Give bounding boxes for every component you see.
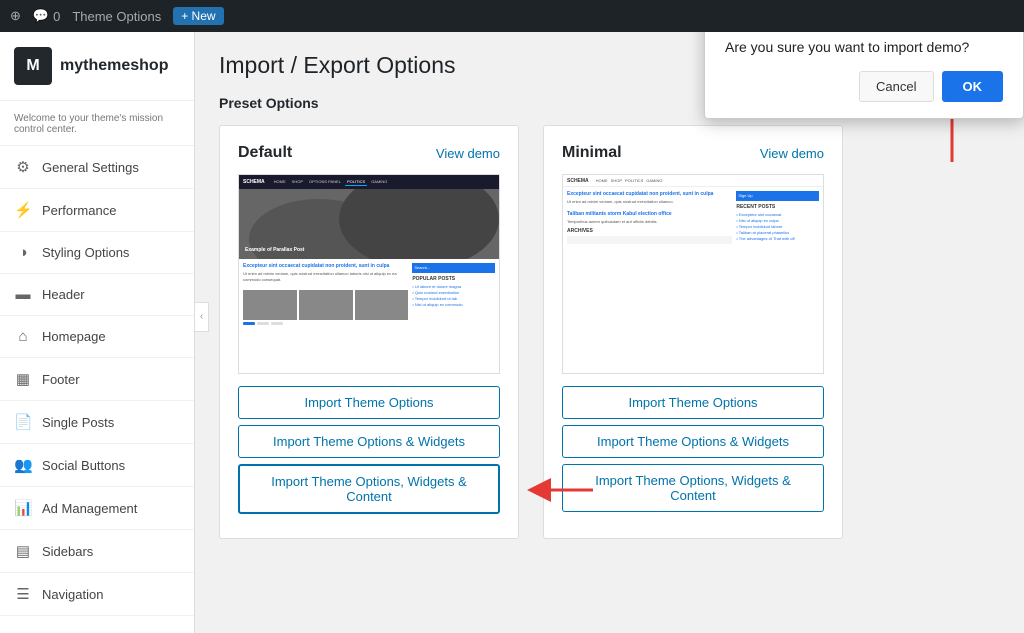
sidebar-item-styling-options[interactable]: ◑ Styling Options	[0, 232, 194, 274]
dialog-buttons: Cancel OK	[725, 71, 1003, 102]
admin-bar-theme-options[interactable]: Theme Options	[72, 9, 161, 24]
sidebar-item-general-settings[interactable]: ⚙ General Settings	[0, 146, 194, 189]
minimal-import-theme-options-widgets-btn[interactable]: Import Theme Options & Widgets	[562, 425, 824, 458]
sidebar-item-homepage[interactable]: ⌂ Homepage	[0, 316, 194, 358]
admin-bar-wp-logo[interactable]: ⊕	[10, 8, 21, 24]
sidebar-label-navigation: Navigation	[42, 587, 103, 602]
minimal-import-theme-options-btn[interactable]: Import Theme Options	[562, 386, 824, 419]
admin-bar-new[interactable]: + New	[173, 7, 223, 25]
dialog-ok-button[interactable]: OK	[942, 71, 1004, 102]
header-icon: ▬	[14, 286, 32, 303]
sidebar-label-sidebars: Sidebars	[42, 544, 93, 559]
minimal-preview: SCHEMA HOME SHOP POLITICS GAMING Exc	[562, 174, 824, 374]
sidebar-link-header[interactable]: ▬ Header	[0, 274, 194, 315]
sidebar-logo: M mythemeshop	[0, 32, 194, 101]
sidebar-label-social-buttons: Social Buttons	[42, 458, 125, 473]
preset-card-minimal-header: Minimal View demo	[562, 144, 824, 162]
sidebar-link-navigation[interactable]: ☰ Navigation	[0, 573, 194, 615]
new-badge: + New	[173, 7, 223, 25]
sidebar-item-footer[interactable]: ▦ Footer	[0, 358, 194, 401]
nav-icon: ☰	[14, 585, 32, 603]
sidebar-label-styling-options: Styling Options	[42, 245, 129, 260]
sidebar-label-general-settings: General Settings	[42, 160, 139, 175]
logo-tagline: Welcome to your theme's mission control …	[0, 113, 194, 146]
sidebar-link-social-buttons[interactable]: 👥 Social Buttons	[0, 444, 194, 486]
minimal-import-all-btn[interactable]: Import Theme Options, Widgets & Content	[562, 464, 824, 512]
preset-default-title: Default	[238, 144, 292, 162]
sidebar-item-header[interactable]: ▬ Header	[0, 274, 194, 316]
default-view-demo-link[interactable]: View demo	[436, 146, 500, 161]
sidebar-item-sidebars[interactable]: ▤ Sidebars	[0, 530, 194, 573]
preset-card-default-header: Default View demo	[238, 144, 500, 162]
gear-icon: ⚙	[14, 158, 32, 176]
sidebar-item-navigation[interactable]: ☰ Navigation	[0, 573, 194, 616]
sidebar-link-general-settings[interactable]: ⚙ General Settings	[0, 146, 194, 188]
sidebar: M mythemeshop Welcome to your theme's mi…	[0, 32, 195, 633]
sidebar-label-header: Header	[42, 287, 85, 302]
home-icon: ⌂	[14, 328, 32, 345]
logo-icon: M	[14, 47, 52, 85]
sidebar-link-footer[interactable]: ▦ Footer	[0, 358, 194, 400]
circle-half-icon: ◑	[14, 244, 32, 261]
sidebar-label-single-posts: Single Posts	[42, 415, 114, 430]
arrow-to-import-button	[543, 465, 593, 515]
admin-bar-title: Theme Options	[72, 9, 161, 24]
main-layout: M mythemeshop Welcome to your theme's mi…	[0, 32, 1024, 633]
admin-bar-comments[interactable]: 💬 0	[33, 8, 60, 24]
sidebar-item-performance[interactable]: ⚡ Performance	[0, 189, 194, 232]
sidebar-link-styling-options[interactable]: ◑ Styling Options	[0, 232, 194, 273]
preset-minimal-title: Minimal	[562, 144, 622, 162]
sidebar-item-ad-management[interactable]: 📊 Ad Management	[0, 487, 194, 530]
minimal-view-demo-link[interactable]: View demo	[760, 146, 824, 161]
main-content: Import / Export Options Preset Options D…	[195, 32, 1024, 633]
sidebar-item-single-posts[interactable]: 📄 Single Posts	[0, 401, 194, 444]
sidebar-link-sidebars[interactable]: ▤ Sidebars	[0, 530, 194, 572]
sidebar-label-ad-management: Ad Management	[42, 501, 137, 516]
bar-chart-icon: 📊	[14, 499, 32, 517]
sidebar-link-single-posts[interactable]: 📄 Single Posts	[0, 401, 194, 443]
bolt-icon: ⚡	[14, 201, 32, 219]
default-import-theme-options-widgets-btn[interactable]: Import Theme Options & Widgets	[238, 425, 500, 458]
sidebar-nav: ⚙ General Settings ⚡ Performance ◑ Styli…	[0, 146, 194, 616]
dialog-message: Are you sure you want to import demo?	[725, 39, 1003, 55]
default-preview: SCHEMA HOME SHOP OPTIONS PANEL POLITICS …	[238, 174, 500, 374]
footer-icon: ▦	[14, 370, 32, 388]
sidebar-label-performance: Performance	[42, 203, 116, 218]
presets-row: Default View demo SCHEMA HOME SHOP OPTIO…	[219, 125, 1000, 539]
admin-bar: ⊕ 💬 0 Theme Options + New	[0, 0, 1024, 32]
preset-card-default: Default View demo SCHEMA HOME SHOP OPTIO…	[219, 125, 519, 539]
sidebar-label-homepage: Homepage	[42, 329, 106, 344]
users-icon: 👥	[14, 456, 32, 474]
sidebar-item-social-buttons[interactable]: 👥 Social Buttons	[0, 444, 194, 487]
collapse-sidebar-tab[interactable]: ‹	[195, 302, 209, 332]
sidebars-icon: ▤	[14, 542, 32, 560]
sidebar-link-ad-management[interactable]: 📊 Ad Management	[0, 487, 194, 529]
sidebar-link-performance[interactable]: ⚡ Performance	[0, 189, 194, 231]
comment-icon: 💬	[33, 8, 49, 24]
default-import-theme-options-btn[interactable]: Import Theme Options	[238, 386, 500, 419]
logo-name: mythemeshop	[60, 57, 168, 75]
document-icon: 📄	[14, 413, 32, 431]
default-import-all-btn[interactable]: Import Theme Options, Widgets & Content	[238, 464, 500, 514]
sidebar-label-footer: Footer	[42, 372, 80, 387]
dialog-cancel-button[interactable]: Cancel	[859, 71, 933, 102]
sidebar-link-homepage[interactable]: ⌂ Homepage	[0, 316, 194, 357]
comment-count: 0	[53, 9, 60, 24]
